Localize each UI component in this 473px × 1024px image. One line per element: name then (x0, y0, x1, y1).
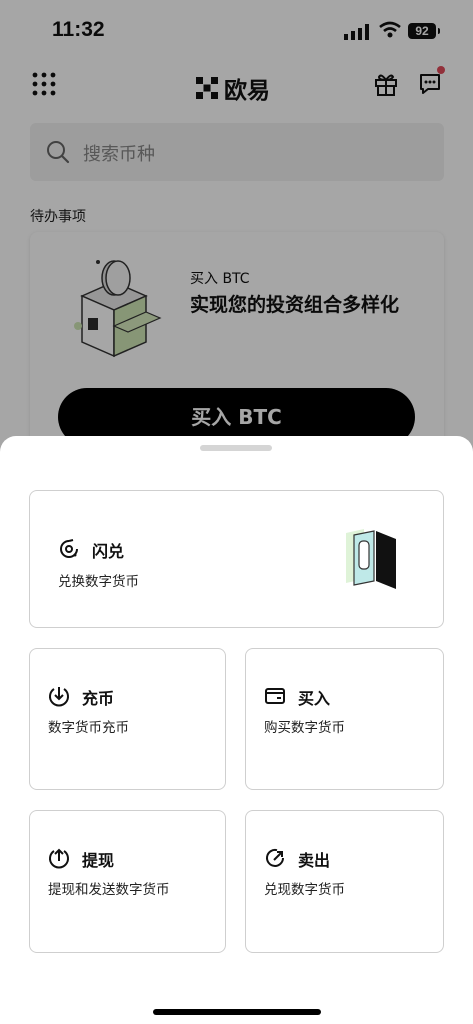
flash-swap-subtitle: 兑换数字货币 (58, 574, 139, 590)
deposit-card[interactable]: 充币 数字货币充币 (29, 648, 226, 790)
flash-swap-title: 闪兑 (92, 542, 125, 561)
buy-card[interactable]: 买入 购买数字货币 (245, 648, 444, 790)
deposit-icon (49, 687, 69, 707)
withdraw-subtitle: 提现和发送数字货币 (48, 882, 170, 898)
flash-swap-card[interactable]: 闪兑 兑换数字货币 (29, 490, 444, 628)
withdraw-title: 提现 (82, 851, 115, 870)
swap-cards-illustration (346, 529, 396, 589)
sell-title: 卖出 (298, 851, 331, 870)
sheet-drag-handle[interactable] (200, 445, 272, 451)
deposit-subtitle: 数字货币充币 (48, 720, 129, 736)
flash-swap-icon (60, 539, 78, 558)
sell-card[interactable]: 卖出 兑现数字货币 (245, 810, 444, 953)
sell-subtitle: 兑现数字货币 (264, 882, 345, 898)
home-indicator[interactable] (153, 1009, 321, 1015)
wallet-icon (265, 688, 285, 704)
sell-icon (266, 848, 284, 867)
buy-subtitle: 购买数字货币 (264, 720, 345, 736)
deposit-title: 充币 (82, 689, 115, 708)
bottom-sheet: 闪兑 兑换数字货币 充币 数字货币充币 买入 购买数字货币 提现 提现和发送数字… (0, 436, 473, 1024)
buy-title: 买入 (298, 689, 331, 708)
withdraw-icon (49, 848, 69, 869)
withdraw-card[interactable]: 提现 提现和发送数字货币 (29, 810, 226, 953)
